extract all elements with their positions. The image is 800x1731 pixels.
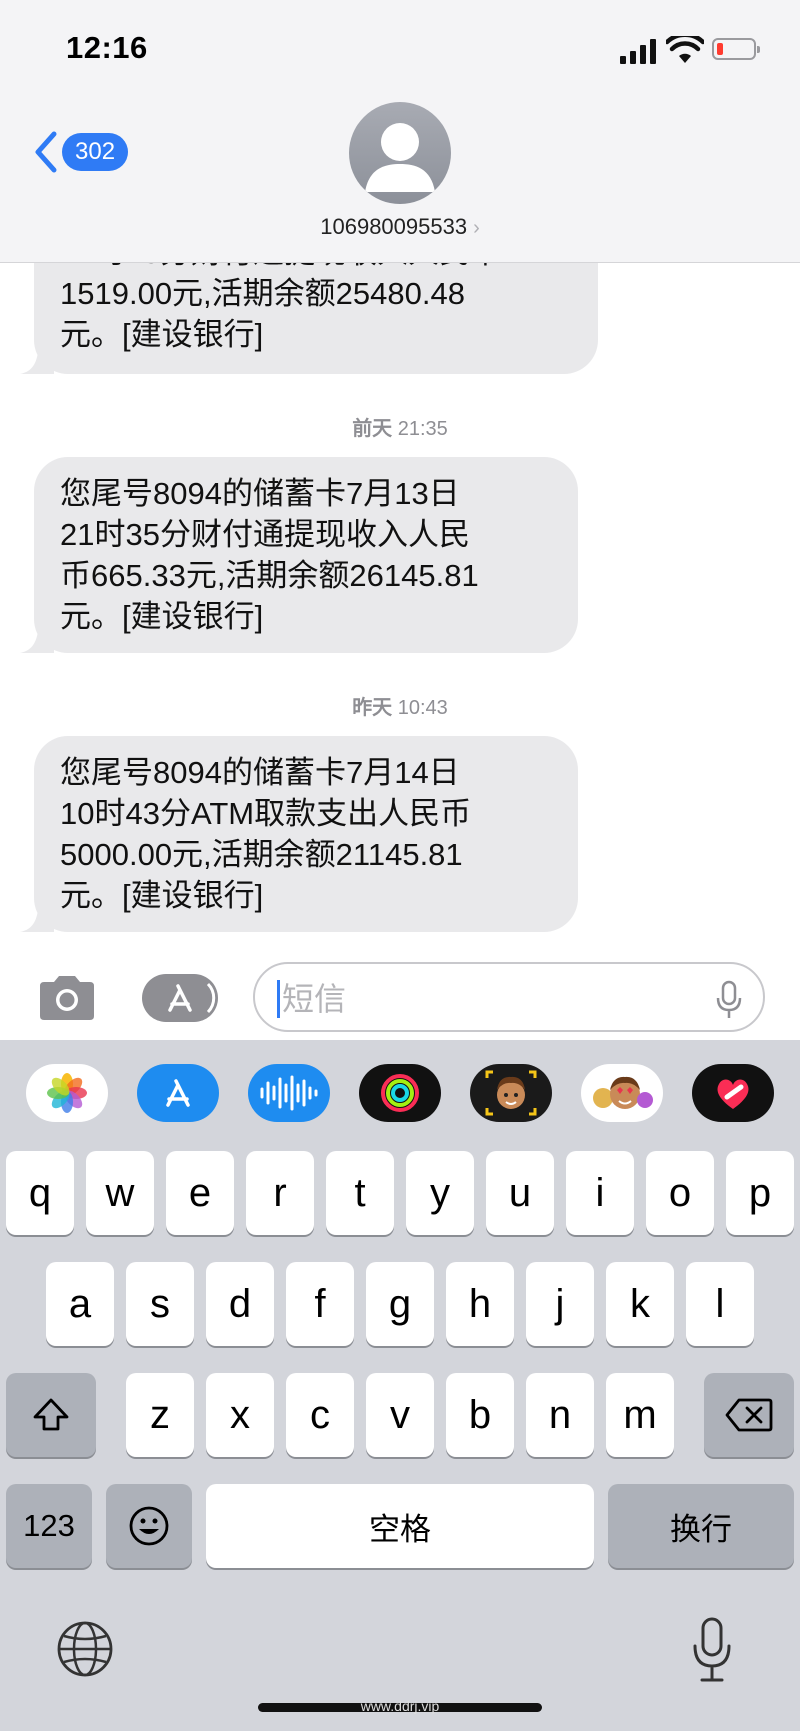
key-m[interactable]: m: [606, 1373, 674, 1457]
memoji-button[interactable]: [470, 1064, 552, 1122]
digital-touch-heart-icon: [717, 1079, 749, 1109]
audio-message-button[interactable]: [248, 1064, 330, 1122]
key-t[interactable]: t: [326, 1151, 394, 1235]
bubble-tail: [20, 910, 54, 932]
bubble-tail: [20, 631, 54, 653]
key-l[interactable]: l: [686, 1262, 754, 1346]
app-store-strip-button[interactable]: [137, 1064, 219, 1122]
person-icon: [365, 123, 435, 192]
conversation-header: 12:16 302 106980095533 ›: [0, 0, 800, 263]
key-u[interactable]: u: [486, 1151, 554, 1235]
message-bubble[interactable]: 您尾号8094的储蓄卡7月14日 10时43分ATM取款支出人民币 5000.0…: [20, 736, 578, 932]
digital-touch-button[interactable]: [692, 1064, 774, 1122]
key-a[interactable]: a: [46, 1262, 114, 1346]
message-line: 10时43分ATM取款支出人民币: [60, 796, 472, 831]
app-store-icon: [166, 1079, 190, 1107]
key-q[interactable]: q: [6, 1151, 74, 1235]
photos-app-button[interactable]: [26, 1064, 108, 1122]
key-j[interactable]: j: [526, 1262, 594, 1346]
key-n[interactable]: n: [526, 1373, 594, 1457]
fitness-rings-icon: [381, 1074, 419, 1112]
globe-icon[interactable]: [56, 1620, 114, 1678]
timestamp: 昨天 10:43: [352, 697, 448, 719]
message-line: 币665.33元,活期余额26145.81: [60, 558, 479, 593]
wifi-icon: [666, 36, 704, 63]
dictation-key-mic-icon[interactable]: [690, 1616, 734, 1684]
chevron-left-icon: [35, 131, 57, 173]
key-i[interactable]: i: [566, 1151, 634, 1235]
key-e[interactable]: e: [166, 1151, 234, 1235]
unread-count-badge: 302: [62, 133, 129, 171]
fitness-button[interactable]: [359, 1064, 441, 1122]
text-cursor: [277, 980, 280, 1018]
key-s[interactable]: s: [126, 1262, 194, 1346]
return-key[interactable]: 换行: [608, 1484, 794, 1568]
key-z[interactable]: z: [126, 1373, 194, 1457]
shift-icon: [33, 1398, 69, 1431]
contact-name[interactable]: 106980095533 ›: [0, 214, 800, 240]
cellular-signal-icon: [620, 38, 656, 64]
space-key[interactable]: 空格: [206, 1484, 594, 1568]
key-k[interactable]: k: [606, 1262, 674, 1346]
message-line: 您尾号8094的储蓄卡7月14日: [60, 755, 460, 790]
numbers-key[interactable]: 123: [6, 1484, 92, 1568]
key-y[interactable]: y: [406, 1151, 474, 1235]
message-input-placeholder: 短信: [282, 981, 347, 1017]
key-g[interactable]: g: [366, 1262, 434, 1346]
timestamp: 前天 21:35: [352, 418, 448, 440]
camera-icon[interactable]: [36, 974, 98, 1022]
message-line: 元。[建设银行]: [60, 878, 264, 913]
key-p[interactable]: p: [726, 1151, 794, 1235]
battery-icon: [712, 38, 760, 60]
app-store-button[interactable]: [142, 974, 218, 1022]
back-button[interactable]: 302: [32, 130, 129, 174]
key-o[interactable]: o: [646, 1151, 714, 1235]
chevron-right-icon: ›: [473, 217, 480, 239]
backspace-icon: [725, 1398, 773, 1432]
shift-key[interactable]: [6, 1373, 96, 1457]
key-w[interactable]: w: [86, 1151, 154, 1235]
message-line: 元。[建设银行]: [60, 599, 264, 634]
key-c[interactable]: c: [286, 1373, 354, 1457]
audio-waveform-icon: [260, 1075, 318, 1111]
key-v[interactable]: v: [366, 1373, 434, 1457]
message-line: 5000.00元,活期余额21145.81: [60, 837, 463, 872]
dictation-mic-icon[interactable]: [714, 980, 744, 1020]
key-x[interactable]: x: [206, 1373, 274, 1457]
key-b[interactable]: b: [446, 1373, 514, 1457]
memoji-stickers-button[interactable]: [581, 1064, 663, 1122]
watermark-text: www.ddrj.vip: [360, 1698, 440, 1714]
message-line: 21时35分财付通提现收入人民: [60, 517, 470, 552]
memoji-stickers-icon: [593, 1076, 653, 1109]
bubble-tail: [20, 352, 54, 374]
message-line: 元。[建设银行]: [60, 317, 264, 352]
app-store-icon: [168, 982, 216, 1014]
message-line: 1519.00元,活期余额25480.48: [60, 276, 465, 311]
key-r[interactable]: r: [246, 1151, 314, 1235]
status-time: 12:16: [66, 30, 148, 65]
memoji-icon: [485, 1070, 537, 1116]
emoji-icon: [129, 1506, 169, 1546]
key-f[interactable]: f: [286, 1262, 354, 1346]
delete-key[interactable]: [704, 1373, 794, 1457]
contact-avatar[interactable]: [349, 102, 451, 204]
photos-icon: [47, 1073, 87, 1113]
message-line: 您尾号8094的储蓄卡7月13日: [60, 476, 460, 511]
key-d[interactable]: d: [206, 1262, 274, 1346]
emoji-key[interactable]: [106, 1484, 192, 1568]
key-h[interactable]: h: [446, 1262, 514, 1346]
message-bubble[interactable]: 您尾号8094的储蓄卡7月13日 21时35分财付通提现收入人民 币665.33…: [20, 457, 578, 653]
